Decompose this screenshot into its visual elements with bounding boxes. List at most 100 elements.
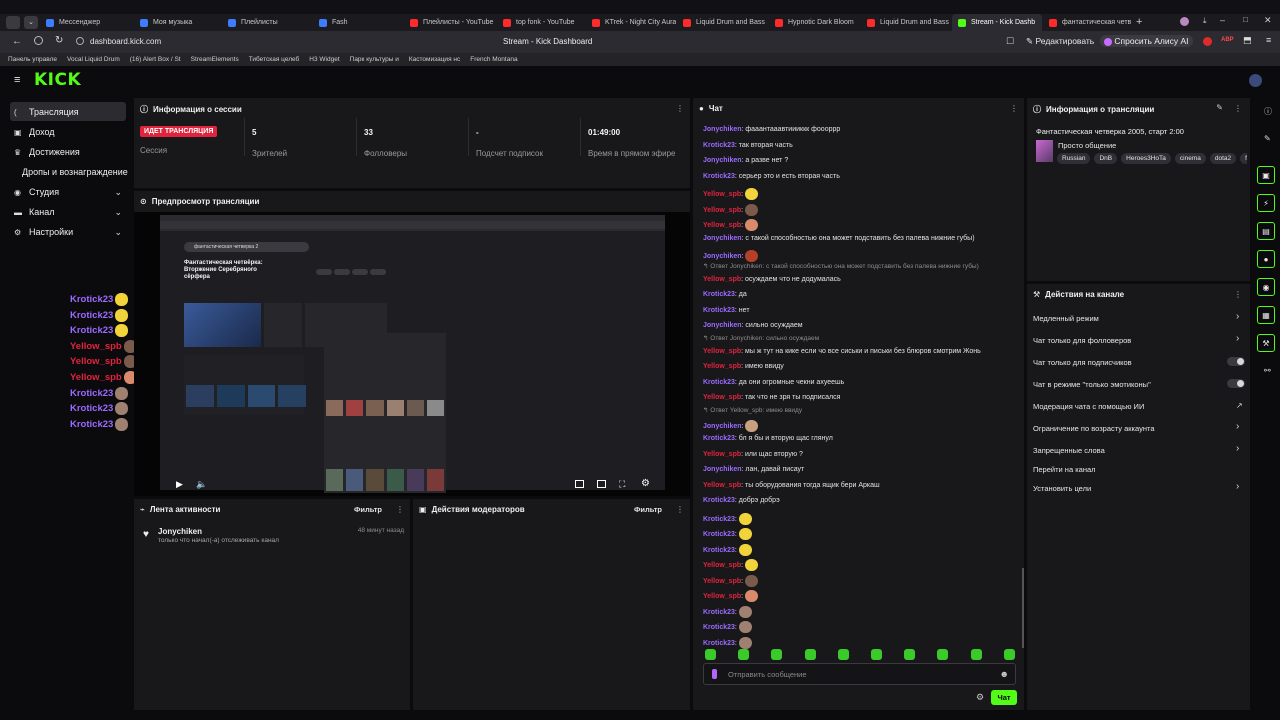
more-options-icon[interactable]: ⋮ [1234, 104, 1242, 113]
browser-tab[interactable]: Hypnotic Dark Bloom [769, 14, 859, 31]
browser-tab[interactable]: Liquid Drum and Bass [677, 14, 767, 31]
quick-emote-icon[interactable] [871, 649, 882, 660]
chat-username[interactable]: Yellow_spb [703, 191, 741, 198]
browser-menu-dots-icon[interactable]: ≡ [1266, 35, 1271, 45]
emoji-icon[interactable]: ☻ [1000, 669, 1009, 679]
chat-username[interactable]: Krotick23 [703, 531, 735, 538]
chat-username[interactable]: Yellow_spb [703, 593, 741, 600]
chat-username[interactable]: Jonychiken [703, 126, 742, 133]
chat-username[interactable]: Krotick23 [703, 142, 735, 149]
channel-action-item[interactable]: Запрещенные слова [1033, 446, 1105, 455]
chat-username[interactable]: Yellow_spb [703, 562, 741, 569]
mod-filter-button[interactable]: Фильтр [634, 505, 662, 514]
channel-action-item[interactable]: Модерация чата с помощью ИИ [1033, 402, 1144, 411]
close-window-icon[interactable]: ✕ [1264, 15, 1272, 26]
chat-username[interactable]: Yellow_spb [703, 348, 741, 355]
kick-logo[interactable]: KICK [34, 70, 81, 90]
chat-input[interactable]: Отправить сообщение ☻ [703, 663, 1016, 685]
chat-username[interactable]: Krotick23 [703, 515, 735, 522]
chat-username[interactable]: Krotick23 [703, 379, 735, 386]
edit-button[interactable]: ✎ Редактировать [1026, 36, 1094, 47]
hamburger-menu-icon[interactable]: ≡ [14, 74, 20, 86]
chat-username[interactable]: Krotick23 [703, 435, 735, 442]
browser-tab[interactable]: top fonk - YouTube [497, 14, 587, 31]
shield-icon[interactable] [34, 36, 43, 45]
browser-tab[interactable]: Плейлисты [222, 14, 312, 31]
tools-rail-icon[interactable]: ⚒ [1257, 334, 1275, 352]
stream-tag[interactable]: Russian [1057, 153, 1091, 164]
quick-emote-icon[interactable] [937, 649, 949, 660]
quick-emote-icon[interactable] [970, 649, 982, 660]
bookmark-item[interactable]: StreamElements [191, 56, 239, 63]
theater-mode-icon[interactable] [597, 480, 606, 488]
chat-settings-icon[interactable]: ⚙ [976, 692, 984, 703]
more-options-icon[interactable]: ⋮ [396, 505, 404, 514]
site-info-icon[interactable] [76, 37, 84, 45]
sidebar-item[interactable]: ▬ Канал ⌄ [14, 207, 122, 218]
browser-tab[interactable]: Мессенджер [40, 14, 130, 31]
stream-tag[interactable]: fon [1240, 153, 1247, 164]
chat-username[interactable]: Yellow_spb [703, 222, 741, 229]
settings-gear-icon[interactable]: ⚙ [641, 478, 650, 489]
new-tab-icon[interactable]: + [1136, 16, 1142, 28]
chat-username[interactable]: Jonychiken [703, 157, 742, 164]
quick-emote-icon[interactable] [1003, 649, 1015, 660]
browser-tab[interactable]: KTrek - Night City Aura [586, 14, 676, 31]
connections-rail-icon[interactable]: ⚯ [1264, 366, 1271, 375]
more-options-icon[interactable]: ⋮ [1234, 290, 1242, 299]
quick-emote-icon[interactable] [738, 649, 750, 660]
url-text[interactable]: dashboard.kick.com [90, 37, 161, 46]
more-options-icon[interactable]: ⋮ [1010, 104, 1018, 113]
channel-action-item[interactable]: Ограничение по возрасту аккаунта [1033, 424, 1155, 433]
broadcast-rail-icon[interactable]: ◉ [1257, 278, 1275, 296]
quick-emote-icon[interactable] [705, 649, 716, 660]
quick-emote-icon[interactable] [837, 649, 849, 660]
channel-action-item[interactable]: Чат только для подписчиков [1033, 358, 1132, 367]
sidebar-item[interactable]: ▣ Доход [14, 127, 122, 137]
bookmark-item[interactable]: Тибетская целеб [249, 56, 300, 63]
pip-icon[interactable] [575, 480, 584, 488]
chat-username[interactable]: Krotick23 [703, 497, 735, 504]
chat-username[interactable]: Yellow_spb [703, 206, 741, 213]
channel-action-item[interactable]: Перейти на канал [1033, 465, 1096, 474]
download-icon[interactable]: ⤓ [1203, 16, 1207, 26]
maximize-icon[interactable]: □ [1243, 15, 1248, 24]
quick-emote-icon[interactable] [904, 649, 916, 660]
chevron-right-icon[interactable]: › [1236, 333, 1239, 344]
bookmark-item[interactable]: (16) Alert Box / St [130, 56, 181, 63]
chat-username[interactable]: Krotick23 [703, 307, 735, 314]
extension-icon[interactable] [1203, 37, 1212, 46]
chat-scrollbar[interactable] [1022, 568, 1024, 648]
chat-rail-icon[interactable]: ● [1257, 250, 1275, 268]
browser-tab[interactable]: Stream - Kick Dashb [952, 14, 1042, 31]
stream-tag[interactable]: dota2 [1209, 153, 1237, 164]
quick-emote-icon[interactable] [771, 649, 783, 660]
more-options-icon[interactable]: ⋮ [676, 505, 684, 514]
bookmark-item[interactable]: Парк культуры и [350, 56, 399, 63]
lightning-rail-icon[interactable]: ⚡ [1257, 194, 1275, 212]
sidebar-item[interactable]: Дропы и вознаграждение [22, 167, 130, 177]
ask-alice-button[interactable]: Спросить Алису AI [1100, 35, 1193, 47]
browser-tab[interactable]: фантастическая четве [1043, 14, 1131, 31]
browser-tab[interactable]: Fash [313, 14, 403, 31]
chat-username[interactable]: Yellow_spb [703, 276, 741, 283]
sidebar-item[interactable]: (Трансляция [14, 107, 122, 117]
tab-list-icon[interactable]: ⌄ [24, 16, 38, 29]
stream-tag[interactable]: Heroes3HoTa [1121, 153, 1171, 164]
bookmark-item[interactable]: Кастомизация нс [409, 56, 460, 63]
bookmark-item[interactable]: H3 Widget [309, 56, 339, 63]
chat-username[interactable]: Krotick23 [703, 624, 735, 631]
browser-tab[interactable]: Liquid Drum and Bass [861, 14, 951, 31]
bookmark-item[interactable]: Vocal Liquid Drum [67, 56, 120, 63]
chat-username[interactable]: Yellow_spb [703, 451, 741, 458]
chat-username[interactable]: Jonychiken [703, 253, 742, 260]
info-rail-icon[interactable]: ⓘ [1264, 106, 1272, 117]
volume-icon[interactable]: 🔈 [196, 479, 207, 490]
chevron-right-icon[interactable]: › [1236, 311, 1239, 322]
sidebar-item[interactable]: ⚙ Настройки ⌄ [14, 227, 122, 238]
bookmark-item[interactable]: Панель управле [8, 56, 57, 63]
channel-action-item[interactable]: Установить цели [1033, 484, 1091, 493]
edit-rail-icon[interactable]: ✎ [1264, 134, 1271, 143]
category-name[interactable]: Просто общение [1058, 141, 1116, 150]
sidebar-item[interactable]: ◉ Студия ⌄ [14, 187, 122, 198]
